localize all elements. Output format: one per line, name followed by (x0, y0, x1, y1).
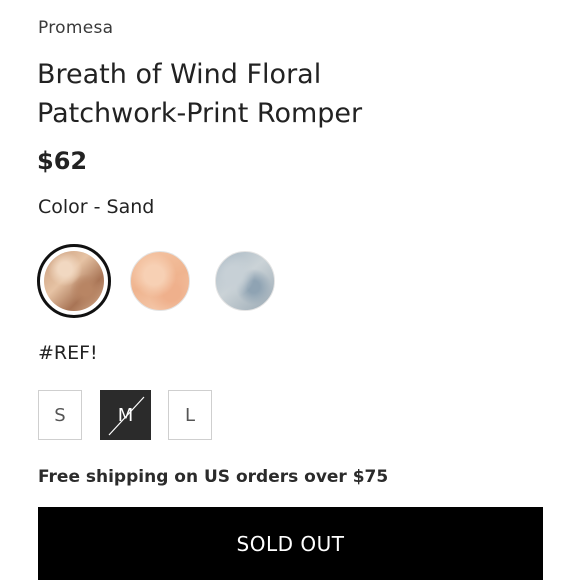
sold-out-button[interactable]: SOLD OUT (38, 507, 543, 580)
color-swatch-blue[interactable] (215, 251, 275, 311)
size-option-s[interactable]: S (38, 390, 82, 440)
color-label: Color - Sand (38, 196, 155, 218)
brand-name[interactable]: Promesa (38, 18, 113, 38)
size-option-m[interactable]: M (100, 390, 151, 440)
unavailable-strike-icon (108, 396, 145, 436)
shipping-notice: Free shipping on US orders over $75 (38, 467, 389, 487)
swatch-image (44, 251, 104, 311)
color-swatch-peach[interactable] (130, 251, 190, 311)
product-title: Breath of Wind Floral Patchwork-Print Ro… (37, 59, 363, 129)
size-label: #REF! (38, 342, 98, 364)
size-option-label: L (184, 404, 196, 426)
product-price: $62 (37, 147, 88, 175)
size-option-l[interactable]: L (168, 390, 212, 440)
product-page: Promesa Breath of Wind Floral Patchwork-… (0, 0, 580, 580)
color-swatch-sand[interactable] (37, 244, 111, 318)
size-option-label: S (54, 404, 66, 426)
